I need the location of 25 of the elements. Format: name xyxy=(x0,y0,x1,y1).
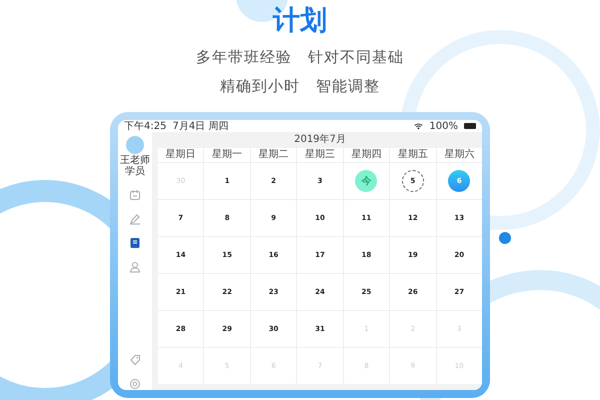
weekday-header: 星期六 xyxy=(436,148,482,162)
status-date: 7月4日 周四 xyxy=(172,120,228,133)
weekday-header: 星期二 xyxy=(250,148,296,162)
page-title: 计划 xyxy=(273,4,327,38)
avatar-icon[interactable] xyxy=(126,136,144,154)
settings-icon[interactable] xyxy=(129,378,141,390)
tagline: 精确到小时 智能调整 xyxy=(220,77,380,96)
weekday-header: 星期一 xyxy=(204,148,250,162)
calendar-icon[interactable] xyxy=(129,189,141,201)
person-icon[interactable] xyxy=(129,261,141,273)
decor-dot xyxy=(499,232,511,244)
tagline: 多年带班经验 针对不同基础 xyxy=(196,48,404,67)
month-title: 2019年7月 xyxy=(293,133,347,147)
weekday-header: 星期四 xyxy=(344,148,390,162)
status-time: 下午4:25 xyxy=(124,120,166,133)
weekday-header: 星期五 xyxy=(390,148,436,162)
wifi-icon[interactable] xyxy=(414,122,424,130)
pen-icon[interactable] xyxy=(129,213,141,225)
weekday-header: 星期日 xyxy=(158,148,204,162)
battery-icon xyxy=(464,123,476,129)
tag-icon[interactable] xyxy=(129,354,141,366)
weekday-header: 星期三 xyxy=(297,148,343,162)
user-name: 王老师学员 xyxy=(120,156,150,177)
battery-percent: 100% xyxy=(429,120,458,132)
book-icon[interactable] xyxy=(129,237,141,249)
